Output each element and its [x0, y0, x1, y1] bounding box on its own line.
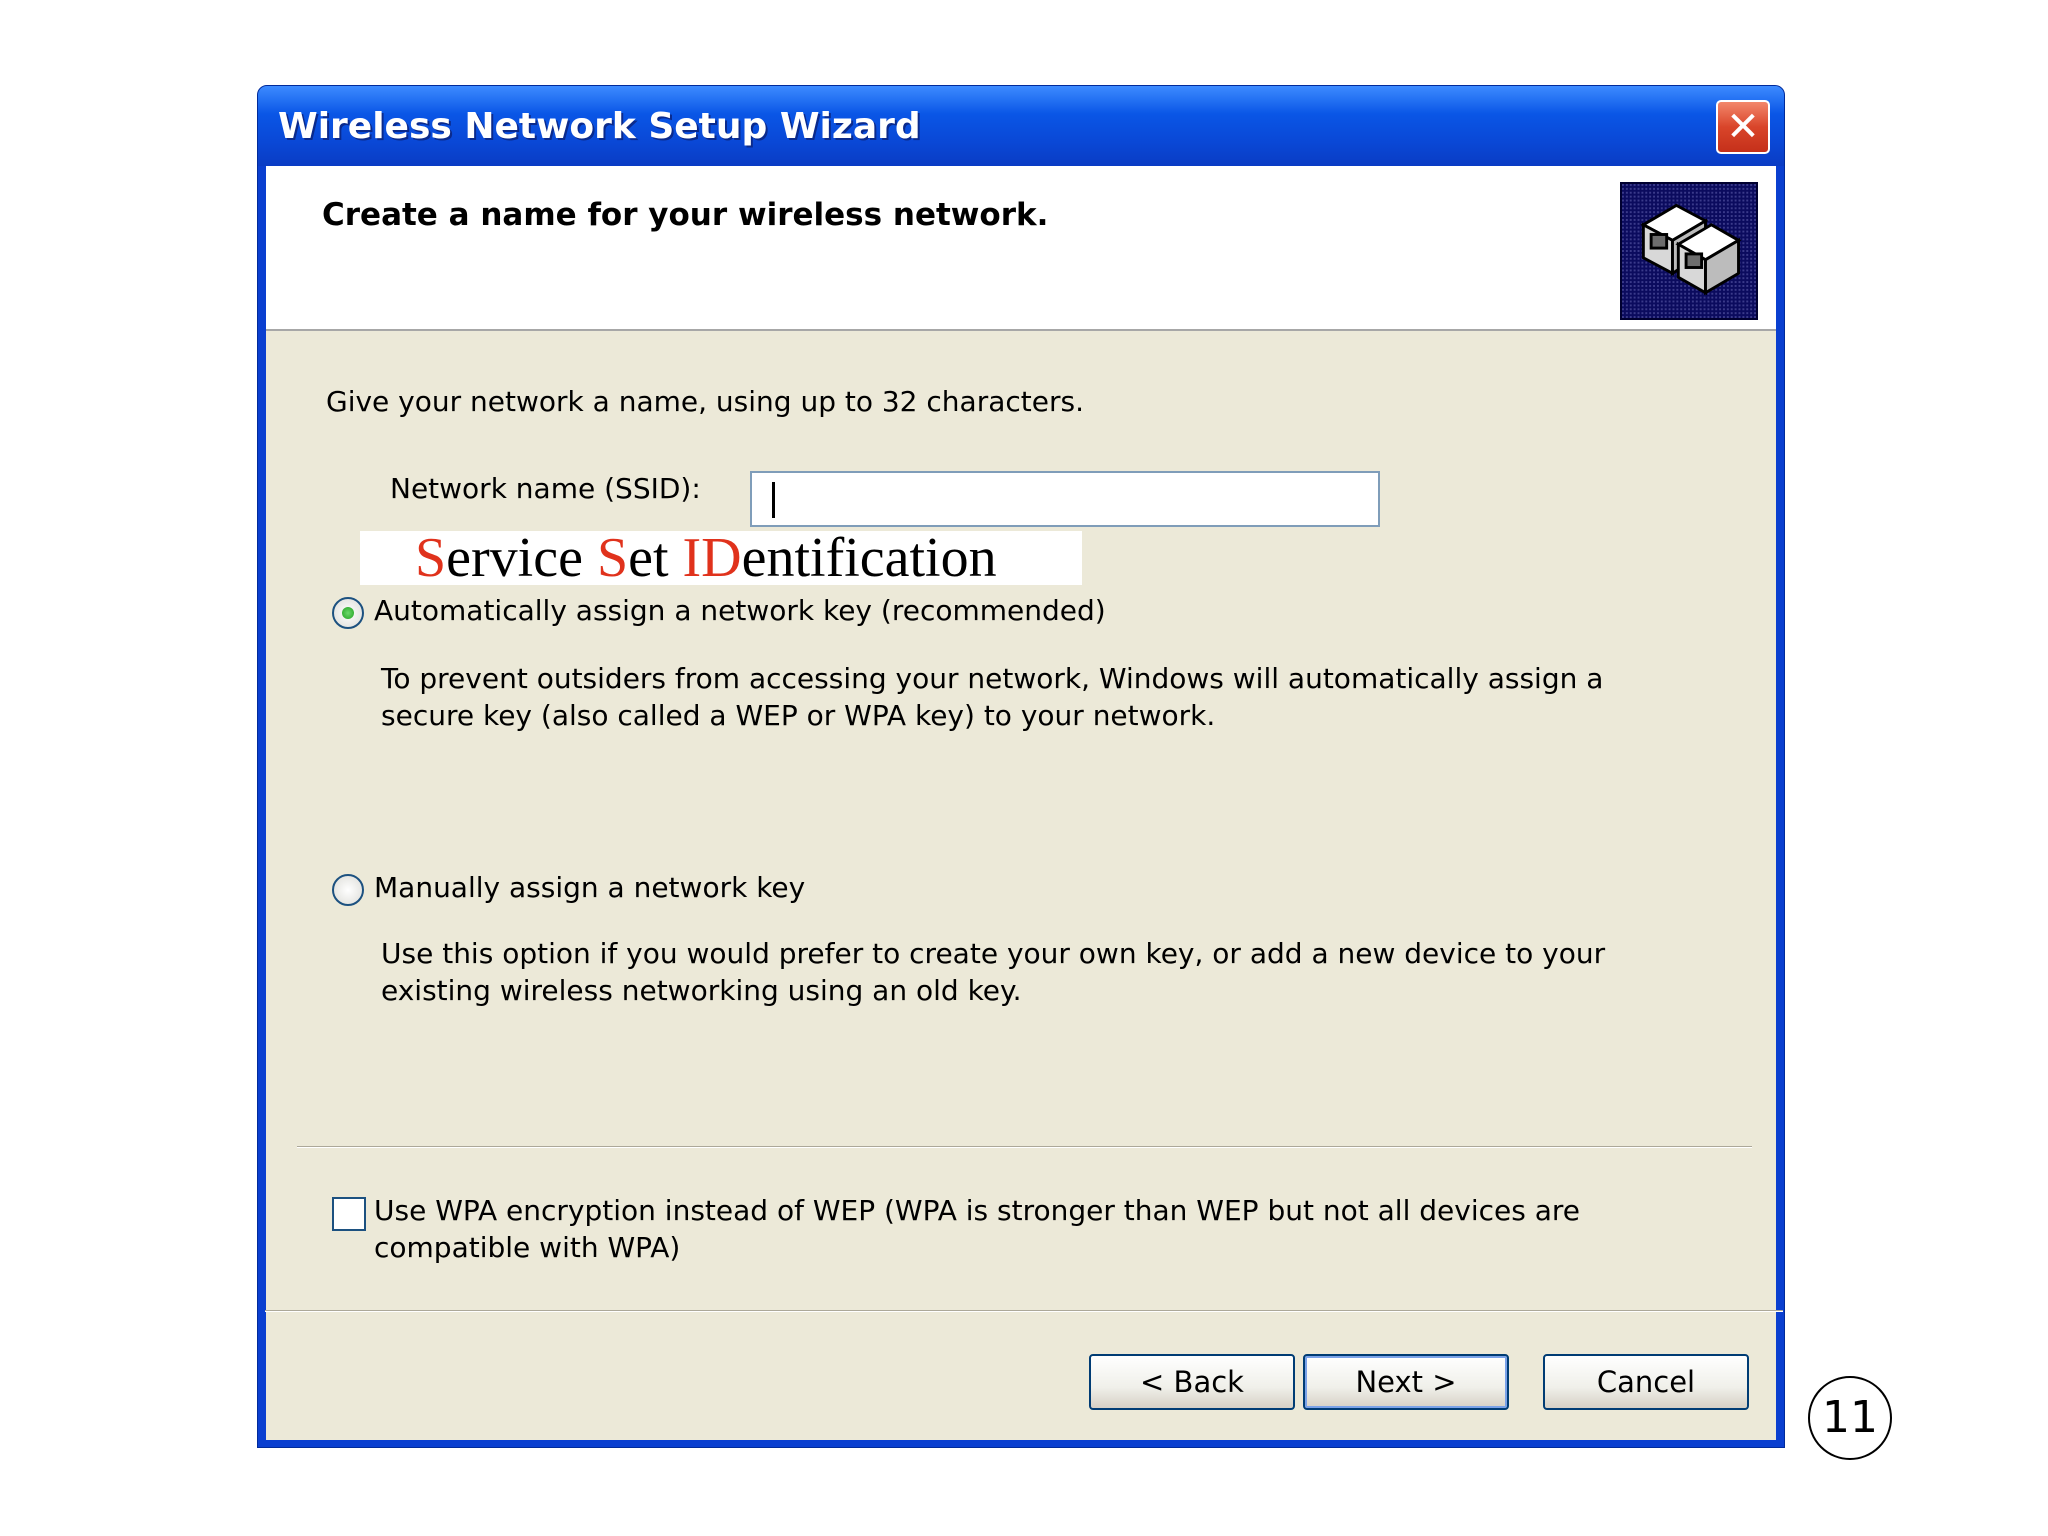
annotation-segment: S [415, 527, 447, 589]
auto-key-desc-line2: secure key (also called a WEP or WPA key… [381, 699, 1216, 732]
radio-manual-key[interactable] [332, 874, 364, 906]
close-icon: ✕ [1726, 104, 1760, 150]
radio-auto-key[interactable] [332, 597, 364, 629]
intro-text: Give your network a name, using up to 32… [326, 385, 1084, 418]
radio-selected-dot [342, 607, 354, 619]
annotation-segment: S [596, 527, 629, 589]
page-number: 11 [1808, 1376, 1892, 1460]
manual-key-desc-line2: existing wireless networking using an ol… [381, 974, 1022, 1007]
network-computers-icon [1620, 182, 1758, 320]
annotation-segment: ervice [446, 527, 597, 589]
manual-key-desc-line1: Use this option if you would prefer to c… [381, 937, 1606, 970]
wpa-label-line2: compatible with WPA) [374, 1231, 681, 1264]
close-button[interactable]: ✕ [1716, 100, 1770, 154]
manual-key-description: Use this option if you would prefer to c… [381, 935, 1605, 1009]
wpa-checkbox[interactable] [332, 1197, 366, 1231]
wizard-header [266, 166, 1776, 331]
ssid-input[interactable] [750, 471, 1380, 527]
ssid-annotation: Service Set IDentification [360, 530, 1082, 586]
ssid-label: Network name (SSID): [390, 472, 701, 505]
auto-key-description: To prevent outsiders from accessing your… [381, 660, 1603, 734]
auto-key-label[interactable]: Automatically assign a network key (reco… [374, 594, 1106, 627]
window-title: Wireless Network Setup Wizard [278, 106, 921, 147]
back-button[interactable]: < Back [1089, 1354, 1295, 1410]
title-bar[interactable]: Wireless Network Setup Wizard ✕ [258, 86, 1784, 166]
annotation-segment: entification [741, 527, 997, 589]
next-button[interactable]: Next > [1303, 1354, 1509, 1410]
cancel-button[interactable]: Cancel [1543, 1354, 1749, 1410]
text-caret [772, 482, 775, 518]
wpa-label-line1: Use WPA encryption instead of WEP (WPA i… [374, 1194, 1580, 1227]
annotation-segment: ID [682, 527, 742, 589]
header-title: Create a name for your wireless network. [322, 197, 1049, 233]
footer-divider [265, 1310, 1783, 1312]
section-divider [297, 1146, 1752, 1148]
annotation-segment: et [628, 527, 683, 589]
wpa-label[interactable]: Use WPA encryption instead of WEP (WPA i… [374, 1192, 1580, 1266]
manual-key-label[interactable]: Manually assign a network key [374, 871, 805, 904]
auto-key-desc-line1: To prevent outsiders from accessing your… [381, 662, 1604, 695]
